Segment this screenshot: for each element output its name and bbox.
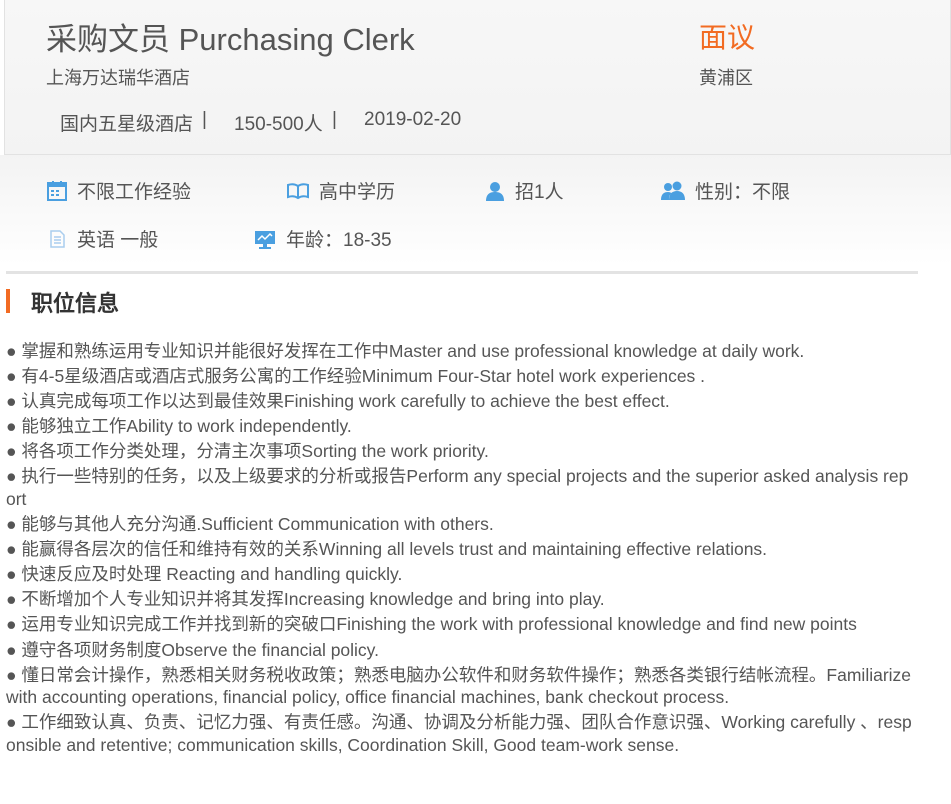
company-name[interactable]: 上海万达瑞华酒店 [46,64,190,90]
post-date: 2019-02-20 [364,109,462,130]
section-divider [6,271,918,274]
people-icon [661,181,685,200]
section-accent-bar [6,289,10,313]
meta-separator: | [332,109,337,130]
requirement-gender: 性别：不限 [660,177,790,204]
duty-item: ● 遵守各项财务制度Observe the financial policy. [6,639,379,660]
company-size: 150-500人 [234,114,323,135]
duty-item: ● 能够独立工作Ability to work independently. [6,416,352,437]
duty-item: ● 将各项工作分类处理，分清主次事项Sorting the work prior… [6,441,489,462]
job-header: 采购文员 Purchasing Clerk 面议 上海万达瑞华酒店 黄浦区 国内… [4,0,951,155]
education-text: 高中学历 [319,182,396,203]
requirement-headcount: 招1人 [484,177,564,204]
duty-item: ● 执行一些特别的任务，以及上级要求的分析或报告Perform any spec… [6,466,909,509]
duty-item: ● 能够与其他人充分沟通.Sufficient Communication wi… [6,514,494,535]
experience-text: 不限工作经验 [77,182,192,203]
duty-item: ● 工作细致认真、负责、记忆力强、有责任感。沟通、协调及分析能力强、团队合作意识… [6,712,912,755]
calendar-icon [47,180,67,201]
document-icon [50,229,65,248]
duty-item: ● 掌握和熟练运用专业知识并能很好发挥在工作中Master and use pr… [6,341,805,361]
requirement-language: 英语 一般 [46,225,158,252]
headcount-text: 招1人 [515,182,564,203]
requirement-age: 年龄：18-35 [253,225,392,252]
requirement-experience: 不限工作经验 [46,177,191,204]
meta-separator: | [202,109,207,130]
duty-item: ● 运用专业知识完成工作并找到新的突破口Finishing the work w… [6,614,857,635]
section-title: 职位信息 [31,291,120,316]
company-industry: 国内五星级酒店 [60,114,194,135]
duty-item: ● 认真完成每项工作以达到最佳效果Finishing work carefull… [6,391,670,412]
duty-item: ● 有4-5星级酒店或酒店式服务公寓的工作经验Minimum Four-Star… [6,366,706,387]
age-text: 年龄：18-35 [286,230,392,251]
district-label: 黄浦区 [699,68,753,88]
job-requirements: 不限工作经验 高中学历 招1人 性别：不限 英语 一般 年龄：18-35 [0,155,951,265]
duty-item: ● 能赢得各层次的信任和维持有效的关系Winning all levels tr… [6,539,768,560]
duty-item: ● 快速反应及时处理 Reacting and handling quickly… [6,564,403,585]
salary-label: 面议 [699,22,756,53]
language-text: 英语 一般 [77,230,159,251]
book-icon [287,182,309,199]
requirement-education: 高中学历 [286,177,395,204]
job-title: 采购文员 Purchasing Clerk [46,22,415,57]
person-icon [486,181,504,201]
job-description: ● 掌握和熟练运用专业知识并能很好发挥在工作中Master and use pr… [6,340,918,759]
duty-item: ● 懂日常会计操作，熟悉相关财务税收政策；熟悉电脑办公软件和财务软件操作；熟悉各… [6,664,912,708]
gender-text: 性别：不限 [695,182,791,203]
monitor-icon [255,230,275,249]
duty-item: ● 不断增加个人专业知识并将其发挥Increasing knowledge an… [6,589,605,610]
